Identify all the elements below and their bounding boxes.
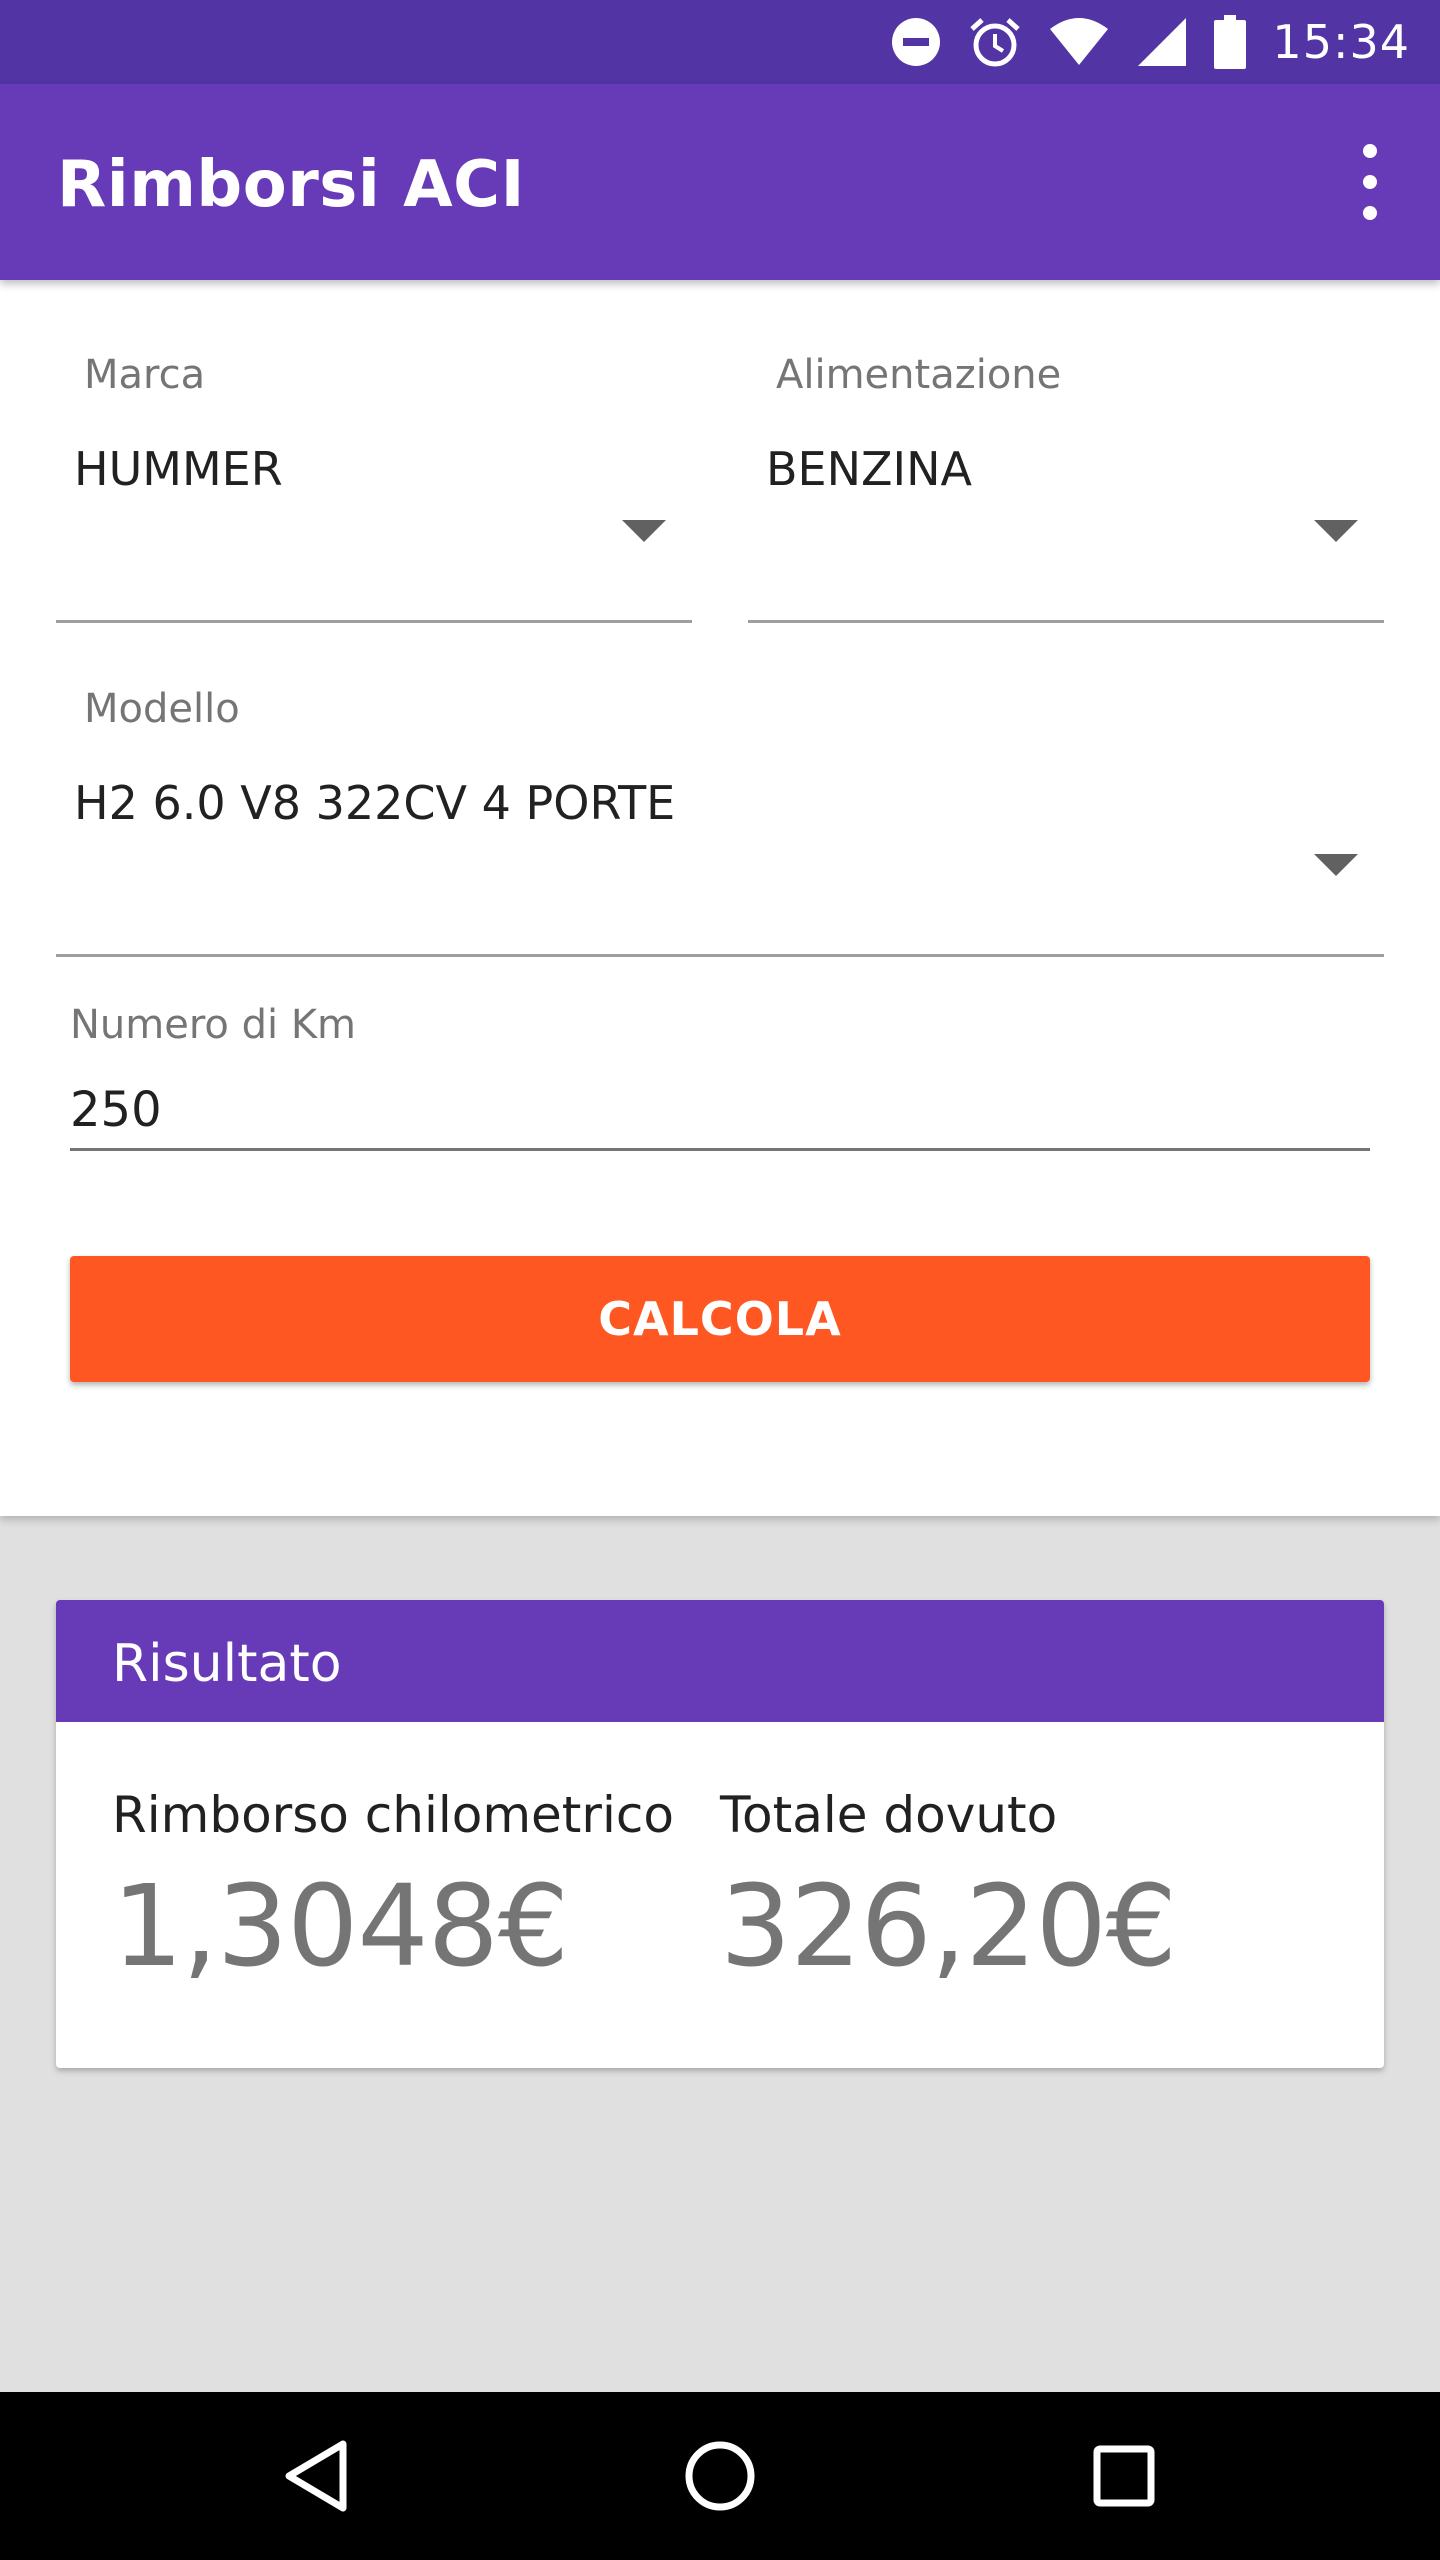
battery-icon: [1214, 15, 1247, 69]
alimentazione-spinner[interactable]: Alimentazione BENZINA: [748, 352, 1384, 623]
navigation-bar: [0, 2392, 1440, 2560]
totale-label: Totale dovuto: [720, 1786, 1058, 1844]
rimborso-block: Rimborso chilometrico 1,3048€: [112, 1786, 674, 1992]
do-not-disturb-icon: [890, 16, 942, 68]
chevron-down-icon: [622, 520, 666, 542]
screen: 15:34 Rimborsi ACI Marca HUMMER Alimenta…: [0, 0, 1440, 2560]
alimentazione-underline: [748, 620, 1384, 623]
rimborso-label: Rimborso chilometrico: [112, 1786, 674, 1844]
marca-spinner[interactable]: Marca HUMMER: [56, 352, 692, 623]
chevron-down-icon: [1314, 854, 1358, 876]
result-header: Risultato: [56, 1600, 1384, 1722]
alimentazione-label: Alimentazione: [776, 352, 1062, 398]
modello-value: H2 6.0 V8 322CV 4 PORTE: [74, 776, 676, 830]
km-label: Numero di Km: [70, 1002, 357, 1048]
app-title: Rimborsi ACI: [57, 148, 525, 222]
marca-label: Marca: [84, 352, 206, 398]
cellular-signal-icon: [1136, 16, 1188, 68]
more-vert-icon[interactable]: [1340, 144, 1400, 220]
km-underline: [70, 1148, 1370, 1151]
km-input[interactable]: [70, 1070, 1370, 1150]
chevron-down-icon: [1314, 520, 1358, 542]
back-icon[interactable]: [270, 2430, 362, 2522]
app-bar: Rimborsi ACI: [0, 84, 1440, 280]
modello-underline: [56, 954, 1384, 957]
result-title: Risultato: [112, 1634, 342, 1694]
form-panel: Marca HUMMER Alimentazione BENZINA Model…: [0, 280, 1440, 1516]
rimborso-value: 1,3048€: [112, 1862, 569, 1992]
home-icon[interactable]: [674, 2430, 766, 2522]
marca-underline: [56, 620, 692, 623]
alimentazione-value: BENZINA: [766, 442, 972, 496]
modello-spinner[interactable]: Modello H2 6.0 V8 322CV 4 PORTE: [56, 686, 1384, 957]
status-bar: 15:34: [0, 0, 1440, 84]
marca-value: HUMMER: [74, 442, 283, 496]
recents-icon[interactable]: [1078, 2430, 1170, 2522]
alarm-icon: [968, 15, 1022, 69]
status-time: 15:34: [1272, 15, 1410, 69]
totale-value: 326,20€: [720, 1862, 1177, 1992]
calcola-button[interactable]: CALCOLA: [70, 1256, 1370, 1382]
km-field: Numero di Km: [70, 1002, 1370, 1154]
result-card: Risultato Rimborso chilometrico 1,3048€ …: [56, 1600, 1384, 2068]
wifi-icon: [1048, 17, 1110, 67]
totale-block: Totale dovuto 326,20€: [720, 1786, 1177, 1992]
modello-label: Modello: [84, 686, 240, 732]
